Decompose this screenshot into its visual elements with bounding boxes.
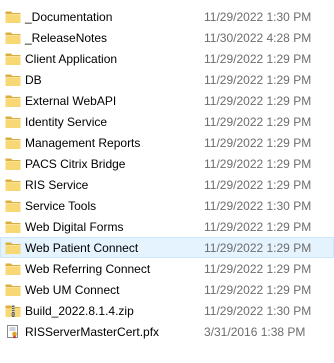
file-name: Web UM Connect	[25, 283, 120, 297]
folder-icon	[5, 178, 21, 192]
folder-icon	[5, 283, 21, 297]
folder-icon	[5, 115, 21, 129]
file-row[interactable]: External WebAPI 11/29/2022 1:29 PM	[0, 90, 334, 111]
file-row[interactable]: Web Referring Connect 11/29/2022 1:29 PM	[0, 258, 334, 279]
file-date-modified: 11/29/2022 1:29 PM	[204, 52, 312, 66]
folder-icon	[5, 199, 21, 213]
file-name: PACS Citrix Bridge	[25, 157, 126, 171]
file-name: Service Tools	[25, 199, 97, 213]
file-row[interactable]: RIS Service 11/29/2022 1:29 PM	[0, 174, 334, 195]
folder-icon	[5, 241, 21, 255]
file-name: RIS Service	[25, 178, 89, 192]
file-row[interactable]: Management Reports 11/29/2022 1:29 PM	[0, 132, 334, 153]
folder-icon	[5, 220, 21, 234]
certificate-icon	[5, 325, 21, 339]
file-name: Web Referring Connect	[25, 262, 151, 276]
file-date-modified: 11/29/2022 1:30 PM	[204, 304, 312, 318]
folder-icon	[5, 10, 21, 24]
file-date-modified: 11/29/2022 1:29 PM	[204, 157, 312, 171]
file-date-modified: 11/29/2022 1:29 PM	[204, 115, 312, 129]
file-row[interactable]: Service Tools 11/29/2022 1:30 PM	[0, 195, 334, 216]
file-name: RISServerMasterCert.pfx	[25, 325, 160, 339]
file-row[interactable]: DB 11/29/2022 1:29 PM	[0, 69, 334, 90]
file-name: _ReleaseNotes	[25, 31, 108, 45]
folder-icon	[5, 136, 21, 150]
file-row[interactable]: Web UM Connect 11/29/2022 1:29 PM	[0, 279, 334, 300]
folder-icon	[5, 31, 21, 45]
zip-folder-icon	[5, 304, 21, 318]
file-date-modified: 11/30/2022 4:28 PM	[204, 31, 312, 45]
file-name: Build_2022.8.1.4.zip	[25, 304, 134, 318]
file-date-modified: 11/29/2022 1:29 PM	[204, 94, 312, 108]
file-name: DB	[25, 73, 42, 87]
folder-icon	[5, 262, 21, 276]
file-name: External WebAPI	[25, 94, 117, 108]
file-date-modified: 11/29/2022 1:29 PM	[204, 262, 312, 276]
file-date-modified: 11/29/2022 1:29 PM	[204, 283, 312, 297]
file-date-modified: 11/29/2022 1:30 PM	[204, 10, 312, 24]
file-row[interactable]: Identity Service 11/29/2022 1:29 PM	[0, 111, 334, 132]
file-row[interactable]: Build_2022.8.1.4.zip 11/29/2022 1:30 PM	[0, 300, 334, 321]
folder-icon	[5, 73, 21, 87]
file-name: Web Digital Forms	[25, 220, 124, 234]
file-date-modified: 11/29/2022 1:30 PM	[204, 199, 312, 213]
file-row[interactable]: RISServerMasterCert.pfx 3/31/2016 1:38 P…	[0, 321, 334, 342]
folder-icon	[5, 94, 21, 108]
folder-icon	[5, 52, 21, 66]
file-row-hovered[interactable]: Web Patient Connect 11/29/2022 1:29 PM	[0, 237, 334, 258]
file-date-modified: 11/29/2022 1:29 PM	[204, 241, 312, 255]
file-row[interactable]: _ReleaseNotes 11/30/2022 4:28 PM	[0, 27, 334, 48]
file-name: _Documentation	[25, 10, 113, 24]
file-name: Identity Service	[25, 115, 108, 129]
folder-icon	[5, 157, 21, 171]
file-date-modified: 11/29/2022 1:29 PM	[204, 136, 312, 150]
file-date-modified: 11/29/2022 1:29 PM	[204, 178, 312, 192]
file-row[interactable]: Client Application 11/29/2022 1:29 PM	[0, 48, 334, 69]
file-date-modified: 11/29/2022 1:29 PM	[204, 220, 312, 234]
file-list: _Documentation 11/29/2022 1:30 PM _Relea…	[0, 0, 334, 363]
file-date-modified: 11/29/2022 1:29 PM	[204, 73, 312, 87]
file-row[interactable]: PACS Citrix Bridge 11/29/2022 1:29 PM	[0, 153, 334, 174]
file-name: Management Reports	[25, 136, 141, 150]
file-row[interactable]: Web Digital Forms 11/29/2022 1:29 PM	[0, 216, 334, 237]
file-name: Web Patient Connect	[25, 241, 139, 255]
file-date-modified: 3/31/2016 1:38 PM	[204, 325, 306, 339]
file-name: Client Application	[25, 52, 118, 66]
file-row[interactable]: _Documentation 11/29/2022 1:30 PM	[0, 6, 334, 27]
